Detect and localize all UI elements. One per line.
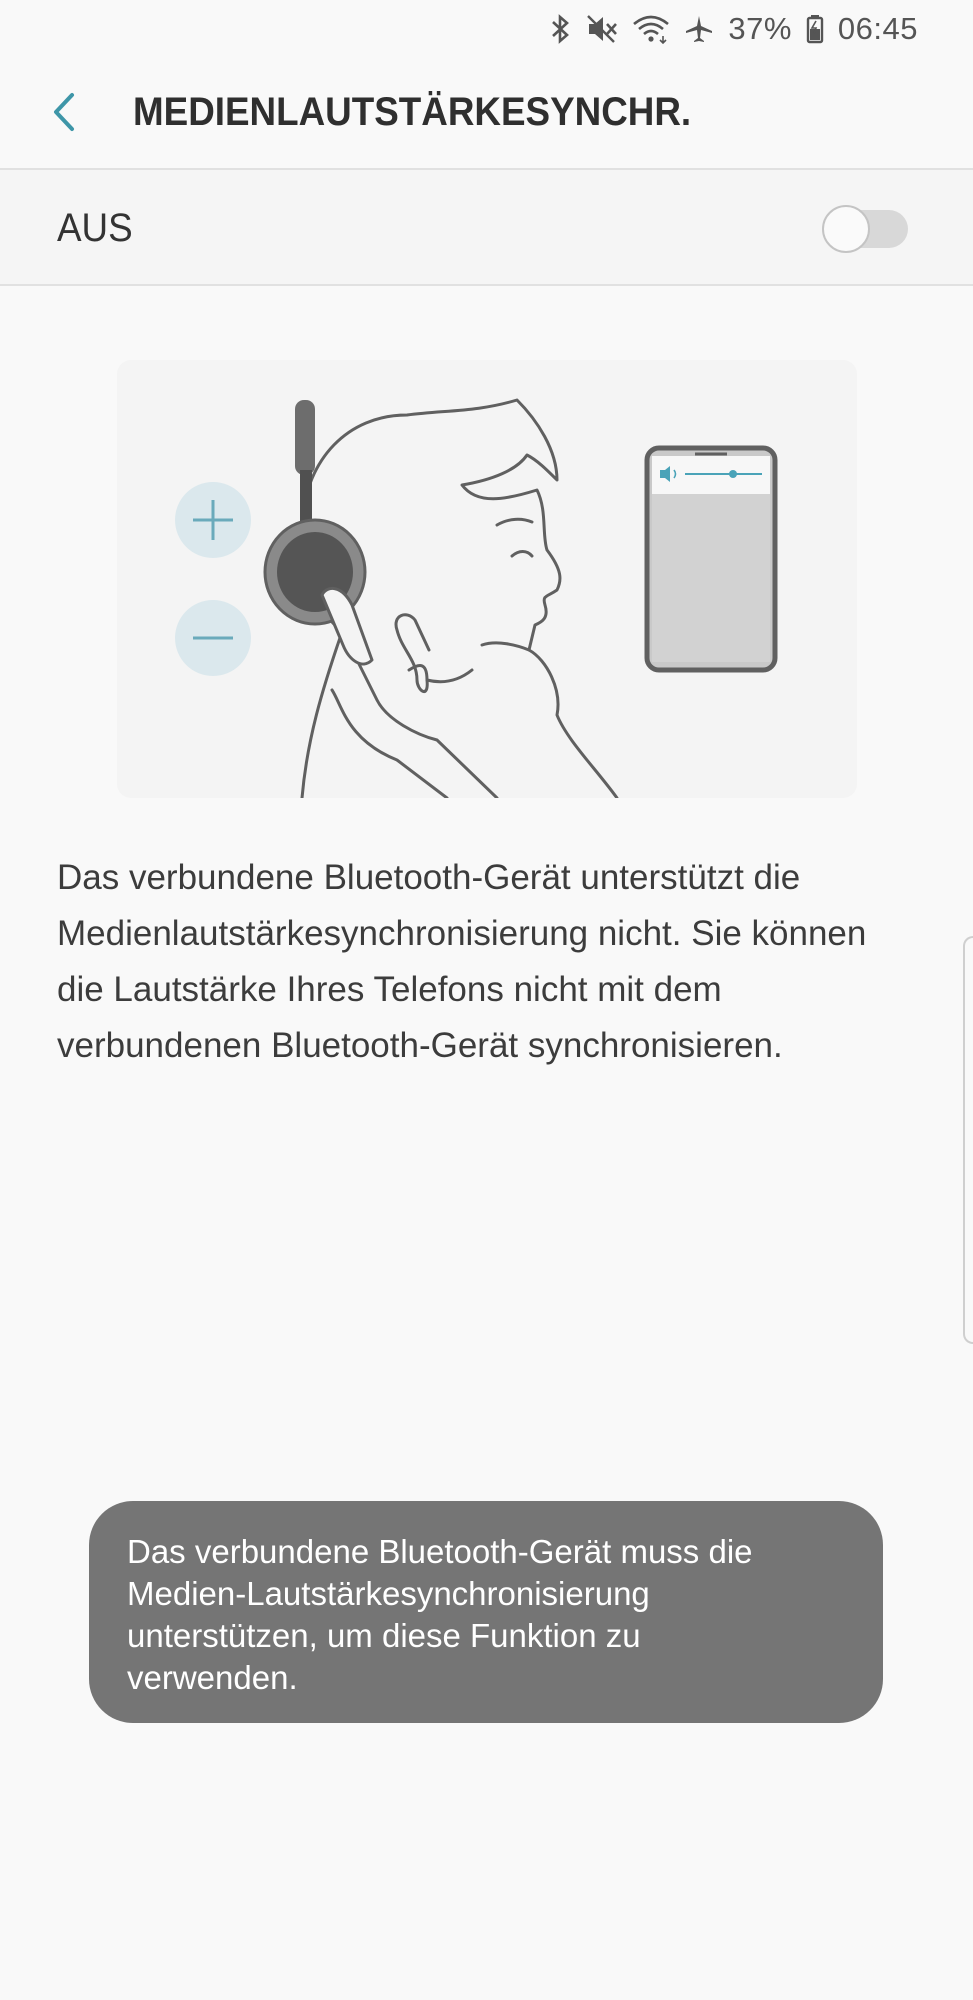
page-title: MEDIENLAUTSTÄRKESYNCHR. <box>133 90 692 134</box>
toast-text: Das verbundene Bluetooth-Gerät muss die … <box>127 1533 753 1696</box>
headphone-illustration <box>117 360 857 798</box>
clock: 06:45 <box>837 11 918 46</box>
battery-icon <box>806 14 824 44</box>
bluetooth-icon <box>550 14 572 44</box>
app-header: MEDIENLAUTSTÄRKESYNCHR. <box>0 58 973 168</box>
sync-toggle-switch[interactable] <box>822 205 908 253</box>
switch-label: AUS <box>57 206 133 250</box>
airplane-icon <box>684 14 714 44</box>
plus-icon <box>175 482 251 558</box>
description-text: Das verbundene Bluetooth-Gerät unterstüt… <box>57 858 867 1065</box>
scroll-indicator[interactable] <box>963 936 973 1344</box>
toast-message: Das verbundene Bluetooth-Gerät muss die … <box>89 1501 883 1723</box>
minus-icon <box>175 600 251 676</box>
switch-divider <box>0 284 973 286</box>
master-switch-row[interactable]: AUS <box>0 170 973 284</box>
status-bar: 37% 06:45 <box>0 0 973 58</box>
back-button[interactable] <box>40 84 90 144</box>
chevron-left-icon <box>50 91 80 138</box>
toggle-thumb <box>822 205 870 253</box>
wifi-icon <box>632 14 670 44</box>
battery-percent: 37% <box>728 11 792 46</box>
phone-illustration <box>644 445 778 673</box>
mute-icon <box>586 14 618 44</box>
